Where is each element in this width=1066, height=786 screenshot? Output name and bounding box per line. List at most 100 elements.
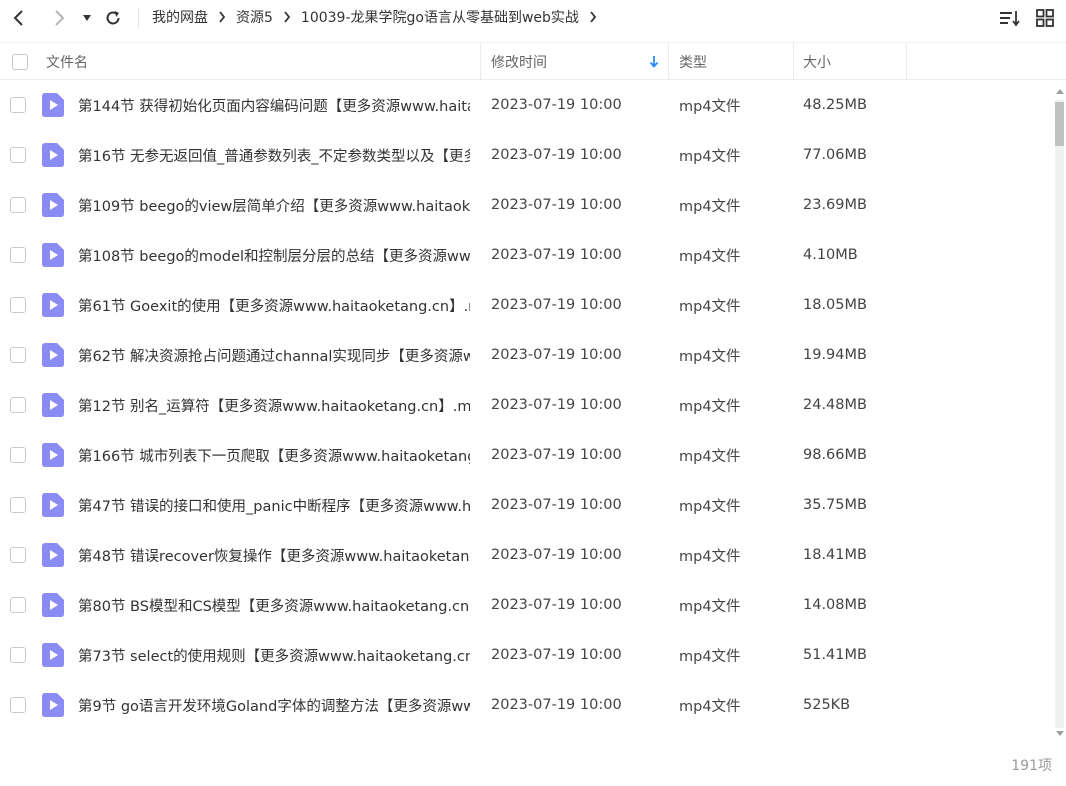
- file-size: 51.41MB: [803, 647, 867, 663]
- breadcrumb-chevron-icon[interactable]: [589, 11, 597, 23]
- history-dropdown-button[interactable]: [74, 5, 100, 31]
- column-header-size[interactable]: 大小: [803, 43, 903, 80]
- row-checkbox[interactable]: [10, 447, 26, 463]
- file-name[interactable]: 第16节 无参无返回值_普通参数列表_不定参数类型以及【更多资源www.hait…: [78, 130, 470, 180]
- toolbar: 我的网盘 资源5 10039-龙果学院go语言从零基础到web实战: [0, 0, 1066, 36]
- table-row[interactable]: 第9节 go语言开发环境Goland字体的调整方法【更多资源www.haitao…: [0, 680, 1052, 730]
- row-checkbox[interactable]: [10, 97, 26, 113]
- file-name[interactable]: 第109节 beego的view层简单介绍【更多资源www.haitaoketa…: [78, 180, 470, 230]
- grid-icon: [1036, 9, 1054, 27]
- video-file-icon: [42, 393, 64, 417]
- file-modified-time: 2023-07-19 10:00: [491, 547, 622, 563]
- file-name[interactable]: 第108节 beego的model和控制层分层的总结【更多资源www.haita…: [78, 230, 470, 280]
- column-header-name[interactable]: 文件名: [46, 43, 476, 80]
- sort-icon: [1000, 11, 1020, 27]
- row-checkbox[interactable]: [10, 147, 26, 163]
- video-file-icon: [42, 593, 64, 617]
- breadcrumb: 我的网盘 资源5 10039-龙果学院go语言从零基础到web实战: [152, 0, 607, 34]
- file-modified-time: 2023-07-19 10:00: [491, 247, 622, 263]
- file-type: mp4文件: [679, 498, 741, 515]
- file-name[interactable]: 第73节 select的使用规则【更多资源www.haitaoketang.cn…: [78, 630, 470, 680]
- file-name[interactable]: 第9节 go语言开发环境Goland字体的调整方法【更多资源www.haitao…: [78, 680, 470, 730]
- breadcrumb-item-folder[interactable]: 资源5: [236, 7, 273, 27]
- forward-button[interactable]: [46, 5, 72, 31]
- video-file-icon: [42, 143, 64, 167]
- vertical-scrollbar[interactable]: [1052, 84, 1066, 744]
- file-name[interactable]: 第47节 错误的接口和使用_panic中断程序【更多资源www.haitaoke…: [78, 480, 470, 530]
- file-list-header: 文件名 修改时间 类型 大小: [0, 42, 1066, 80]
- row-checkbox[interactable]: [10, 247, 26, 263]
- column-divider[interactable]: [668, 43, 669, 80]
- row-checkbox[interactable]: [10, 697, 26, 713]
- table-row[interactable]: 第48节 错误recover恢复操作【更多资源www.haitaoketang.…: [0, 530, 1052, 580]
- row-checkbox[interactable]: [10, 547, 26, 563]
- table-row[interactable]: 第73节 select的使用规则【更多资源www.haitaoketang.cn…: [0, 630, 1052, 680]
- video-file-icon: [42, 693, 64, 717]
- table-row[interactable]: 第12节 别名_运算符【更多资源www.haitaoketang.cn】.mp4…: [0, 380, 1052, 430]
- sort-button[interactable]: [998, 7, 1022, 29]
- file-size: 23.69MB: [803, 197, 867, 213]
- table-row[interactable]: 第166节 城市列表下一页爬取【更多资源www.haitaoketang.cn】…: [0, 430, 1052, 480]
- file-name[interactable]: 第12节 别名_运算符【更多资源www.haitaoketang.cn】.mp4: [78, 380, 470, 430]
- table-row[interactable]: 第16节 无参无返回值_普通参数列表_不定参数类型以及【更多资源www.hait…: [0, 130, 1052, 180]
- column-header-type[interactable]: 类型: [679, 43, 789, 80]
- scroll-up-icon[interactable]: [1054, 86, 1065, 96]
- file-name[interactable]: 第48节 错误recover恢复操作【更多资源www.haitaoketang.…: [78, 530, 470, 580]
- row-checkbox[interactable]: [10, 397, 26, 413]
- row-checkbox[interactable]: [10, 597, 26, 613]
- column-divider[interactable]: [793, 43, 794, 80]
- file-name[interactable]: 第144节 获得初始化页面内容编码问题【更多资源www.haitaoketang…: [78, 80, 470, 130]
- video-file-icon: [42, 243, 64, 267]
- file-type: mp4文件: [679, 448, 741, 465]
- file-size: 14.08MB: [803, 597, 867, 613]
- table-row[interactable]: 第80节 BS模型和CS模型【更多资源www.haitaoketang.cn】.…: [0, 580, 1052, 630]
- row-checkbox[interactable]: [10, 497, 26, 513]
- table-row[interactable]: 第61节 Goexit的使用【更多资源www.haitaoketang.cn】.…: [0, 280, 1052, 330]
- row-checkbox[interactable]: [10, 647, 26, 663]
- scrollbar-thumb[interactable]: [1055, 102, 1064, 146]
- column-header-modified[interactable]: 修改时间: [491, 43, 667, 80]
- table-row[interactable]: 第47节 错误的接口和使用_panic中断程序【更多资源www.haitaoke…: [0, 480, 1052, 530]
- file-size: 24.48MB: [803, 397, 867, 413]
- file-name[interactable]: 第62节 解决资源抢占问题通过channal实现同步【更多资源www.haita…: [78, 330, 470, 380]
- video-file-icon: [42, 343, 64, 367]
- grid-view-button[interactable]: [1033, 7, 1057, 29]
- select-all-checkbox[interactable]: [12, 43, 28, 80]
- item-count: 191项: [1011, 758, 1052, 774]
- file-modified-time: 2023-07-19 10:00: [491, 147, 622, 163]
- table-row[interactable]: 第108节 beego的model和控制层分层的总结【更多资源www.haita…: [0, 230, 1052, 280]
- file-name[interactable]: 第80节 BS模型和CS模型【更多资源www.haitaoketang.cn】.…: [78, 580, 470, 630]
- file-modified-time: 2023-07-19 10:00: [491, 97, 622, 113]
- file-type: mp4文件: [679, 548, 741, 565]
- file-type: mp4文件: [679, 248, 741, 265]
- table-row[interactable]: 第144节 获得初始化页面内容编码问题【更多资源www.haitaoketang…: [0, 80, 1052, 130]
- file-size: 18.05MB: [803, 297, 867, 313]
- file-modified-time: 2023-07-19 10:00: [491, 197, 622, 213]
- toolbar-divider: [138, 8, 139, 28]
- row-checkbox[interactable]: [10, 347, 26, 363]
- refresh-button[interactable]: [100, 5, 126, 31]
- file-type: mp4文件: [679, 648, 741, 665]
- file-modified-time: 2023-07-19 10:00: [491, 347, 622, 363]
- breadcrumb-item-root[interactable]: 我的网盘: [152, 7, 208, 27]
- file-name[interactable]: 第166节 城市列表下一页爬取【更多资源www.haitaoketang.cn】…: [78, 430, 470, 480]
- video-file-icon: [42, 543, 64, 567]
- breadcrumb-item-current[interactable]: 10039-龙果学院go语言从零基础到web实战: [301, 7, 579, 27]
- table-row[interactable]: 第109节 beego的view层简单介绍【更多资源www.haitaoketa…: [0, 180, 1052, 230]
- file-size: 525KB: [803, 697, 851, 713]
- column-header-type-label: 类型: [679, 54, 707, 71]
- table-row[interactable]: 第62节 解决资源抢占问题通过channal实现同步【更多资源www.haita…: [0, 330, 1052, 380]
- file-name[interactable]: 第61节 Goexit的使用【更多资源www.haitaoketang.cn】.…: [78, 280, 470, 330]
- scrollbar-track[interactable]: [1055, 100, 1064, 728]
- row-checkbox[interactable]: [10, 197, 26, 213]
- back-button[interactable]: [6, 5, 32, 31]
- file-type: mp4文件: [679, 348, 741, 365]
- file-modified-time: 2023-07-19 10:00: [491, 647, 622, 663]
- row-checkbox[interactable]: [10, 297, 26, 313]
- file-modified-time: 2023-07-19 10:00: [491, 597, 622, 613]
- scroll-down-icon[interactable]: [1054, 728, 1065, 738]
- file-type: mp4文件: [679, 98, 741, 115]
- chevron-right-icon: [55, 10, 65, 26]
- column-divider[interactable]: [480, 43, 481, 80]
- column-divider[interactable]: [906, 43, 907, 80]
